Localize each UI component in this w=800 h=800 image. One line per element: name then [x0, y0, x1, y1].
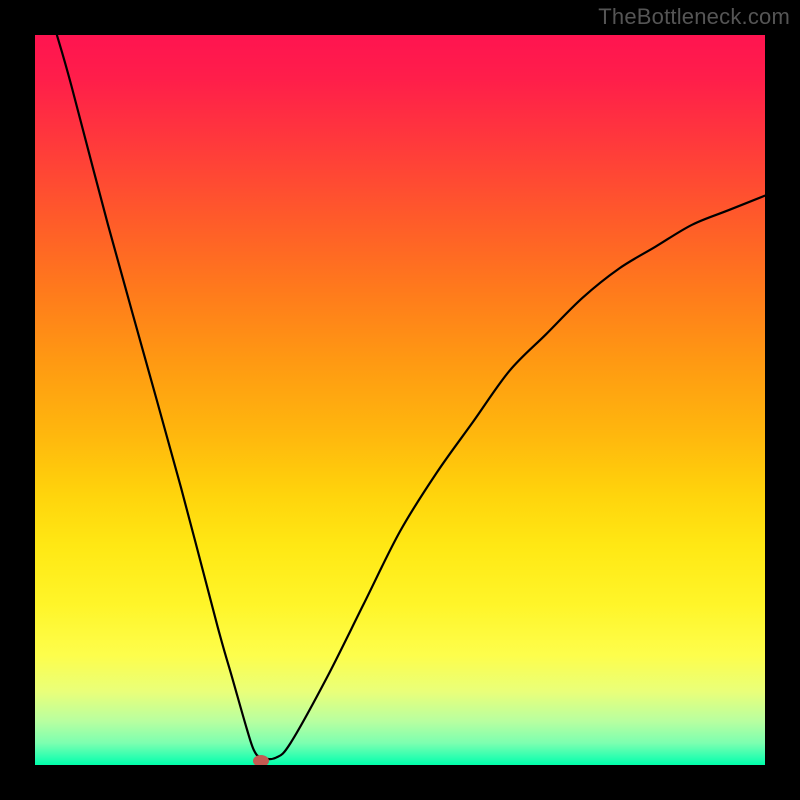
curve-svg: [35, 35, 765, 765]
optimal-point-marker: [253, 755, 269, 765]
plot-area: [35, 35, 765, 765]
watermark-text: TheBottleneck.com: [598, 4, 790, 30]
chart-frame: TheBottleneck.com: [0, 0, 800, 800]
bottleneck-curve: [57, 35, 765, 759]
